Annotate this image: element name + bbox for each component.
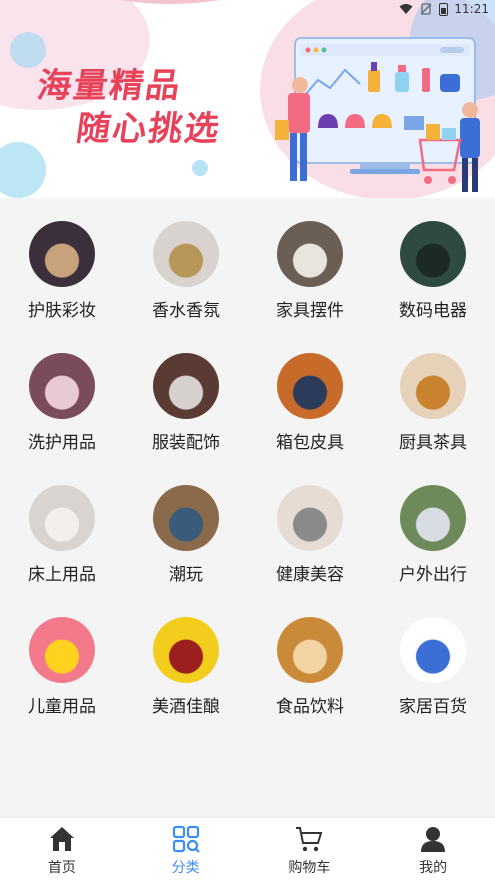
wine-image xyxy=(153,617,219,683)
category-item[interactable]: 数码电器 xyxy=(371,198,495,330)
category-label: 家具摆件 xyxy=(276,301,344,321)
household-goods-image xyxy=(400,617,466,683)
tab-cart[interactable]: 购物车 xyxy=(248,818,372,880)
status-time: 11:21 xyxy=(454,2,489,16)
toiletries-image xyxy=(29,353,95,419)
category-item[interactable]: 家具摆件 xyxy=(248,198,372,330)
category-label: 儿童用品 xyxy=(28,697,96,717)
category-item[interactable]: 儿童用品 xyxy=(0,594,124,726)
category-item[interactable]: 食品饮料 xyxy=(248,594,372,726)
trendy-toys-image xyxy=(153,485,219,551)
perfume-image xyxy=(153,221,219,287)
category-item[interactable]: 床上用品 xyxy=(0,462,124,594)
bottom-tab-bar: 首页 分类 购物车 我的 xyxy=(0,817,495,880)
status-bar: 11:21 xyxy=(0,0,495,18)
wifi-icon xyxy=(399,4,413,14)
digital-appliance-image xyxy=(400,221,466,287)
no-sim-icon xyxy=(420,3,432,15)
category-label: 美酒佳酿 xyxy=(152,697,220,717)
category-label: 数码电器 xyxy=(399,301,467,321)
category-label: 服装配饰 xyxy=(152,433,220,453)
category-label: 食品饮料 xyxy=(276,697,344,717)
category-label: 香水香氛 xyxy=(152,301,220,321)
category-icon xyxy=(172,825,200,853)
category-label: 护肤彩妆 xyxy=(28,301,96,321)
bedding-image xyxy=(29,485,95,551)
status-icons: 11:21 xyxy=(399,2,489,16)
food-drinks-image xyxy=(277,617,343,683)
category-item[interactable]: 服装配饰 xyxy=(124,330,248,462)
battery-icon xyxy=(439,2,449,16)
tab-category-label: 分类 xyxy=(171,860,200,876)
kids-products-image xyxy=(29,617,95,683)
banner-title-line1: 海量精品 xyxy=(34,66,185,106)
home-icon xyxy=(49,827,74,851)
tab-home-label: 首页 xyxy=(47,860,76,876)
tab-category[interactable]: 分类 xyxy=(124,818,248,880)
furniture-decor-image xyxy=(277,221,343,287)
tab-profile[interactable]: 我的 xyxy=(371,818,495,880)
category-label: 床上用品 xyxy=(28,565,96,585)
banner-title-line2: 随心挑选 xyxy=(73,109,224,149)
tab-profile-label: 我的 xyxy=(419,860,448,876)
category-label: 厨具茶具 xyxy=(399,433,467,453)
category-item[interactable]: 护肤彩妆 xyxy=(0,198,124,330)
outdoor-travel-image xyxy=(400,485,466,551)
promo-banner[interactable]: 海量精品 随心挑选 xyxy=(0,0,495,198)
category-label: 箱包皮具 xyxy=(276,433,344,453)
category-item[interactable]: 美酒佳酿 xyxy=(124,594,248,726)
category-item[interactable]: 洗护用品 xyxy=(0,330,124,462)
tab-cart-label: 购物车 xyxy=(288,860,331,876)
category-item[interactable]: 家居百货 xyxy=(371,594,495,726)
tab-home[interactable]: 首页 xyxy=(0,818,124,880)
category-label: 潮玩 xyxy=(169,565,203,585)
profile-icon xyxy=(421,827,446,852)
category-label: 户外出行 xyxy=(399,565,467,585)
category-label: 洗护用品 xyxy=(28,433,96,453)
category-item[interactable]: 户外出行 xyxy=(371,462,495,594)
skincare-makeup-image xyxy=(29,221,95,287)
clothing-accessory-image xyxy=(153,353,219,419)
category-label: 健康美容 xyxy=(276,565,344,585)
category-item[interactable]: 健康美容 xyxy=(248,462,372,594)
category-item[interactable]: 香水香氛 xyxy=(124,198,248,330)
category-item[interactable]: 厨具茶具 xyxy=(371,330,495,462)
category-item[interactable]: 潮玩 xyxy=(124,462,248,594)
cart-icon xyxy=(296,827,323,852)
health-beauty-image xyxy=(277,485,343,551)
kitchen-tea-image xyxy=(400,353,466,419)
bags-leather-image xyxy=(277,353,343,419)
category-item[interactable]: 箱包皮具 xyxy=(248,330,372,462)
category-label: 家居百货 xyxy=(399,697,467,717)
